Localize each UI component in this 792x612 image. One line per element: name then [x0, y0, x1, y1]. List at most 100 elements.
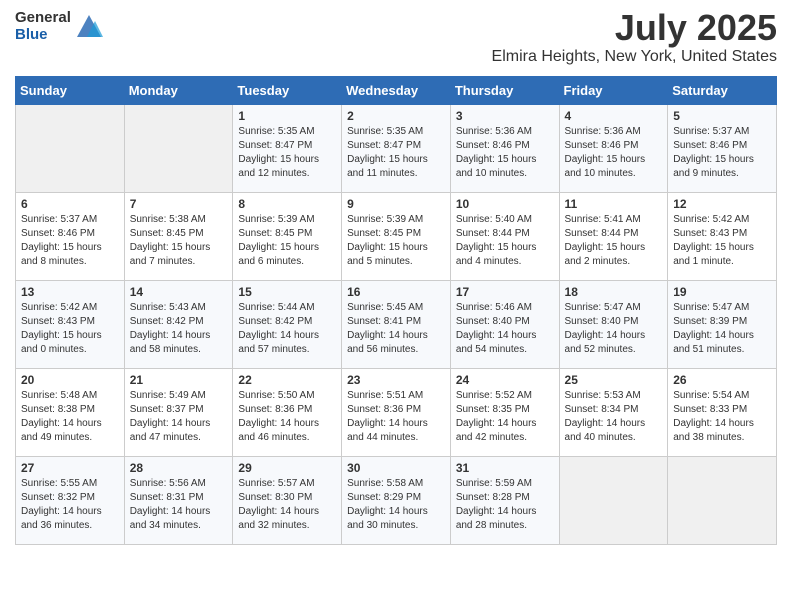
logo-general-text: General	[15, 10, 71, 27]
table-row: 20Sunrise: 5:48 AMSunset: 8:38 PMDayligh…	[16, 369, 125, 457]
table-row: 3Sunrise: 5:36 AMSunset: 8:46 PMDaylight…	[450, 105, 559, 193]
day-number: 25	[565, 373, 663, 387]
day-number: 19	[673, 285, 771, 299]
cell-details: Sunrise: 5:37 AMSunset: 8:46 PMDaylight:…	[21, 213, 119, 269]
day-number: 29	[238, 461, 336, 475]
table-row: 11 Sunrise: 5:41 AMSunset: 8:44 PMDayligh…	[559, 193, 668, 281]
cell-details: Sunrise: 5:35 AMSunset: 8:47 PMDaylight:…	[347, 125, 445, 181]
day-number: 7	[130, 197, 228, 211]
day-number: 1	[238, 109, 336, 123]
table-row: 28 Sunrise: 5:56 AMSunset: 8:31 PMDayligh…	[124, 457, 233, 545]
day-number: 11	[565, 197, 663, 211]
day-number: 30	[347, 461, 445, 475]
table-row: 24 Sunrise: 5:52 AMSunset: 8:35 PMDayligh…	[450, 369, 559, 457]
table-row: 16Sunrise: 5:45 AMSunset: 8:41 PMDayligh…	[342, 281, 451, 369]
logo-icon	[75, 13, 103, 41]
table-row: 19 Sunrise: 5:47 AMSunset: 8:39 PMDayligh…	[668, 281, 777, 369]
cell-details: Sunrise: 5:56 AMSunset: 8:31 PMDaylight:…	[130, 477, 228, 533]
cell-details: Sunrise: 5:57 AMSunset: 8:30 PMDaylight:…	[238, 477, 336, 533]
table-row: 8 Sunrise: 5:39 AMSunset: 8:45 PMDaylight…	[233, 193, 342, 281]
day-number: 9	[347, 197, 445, 211]
cell-details: Sunrise: 5:51 AMSunset: 8:36 PMDaylight:…	[347, 389, 445, 445]
cell-details: Sunrise: 5:37 AMSunset: 8:46 PMDaylight:…	[673, 125, 771, 181]
cell-details: Sunrise: 5:41 AMSunset: 8:44 PMDaylight:…	[565, 213, 663, 269]
header-saturday: Saturday	[668, 77, 777, 105]
header-tuesday: Tuesday	[233, 77, 342, 105]
cell-details: Sunrise: 5:42 AMSunset: 8:43 PMDaylight:…	[21, 301, 119, 357]
day-number: 21	[130, 373, 228, 387]
table-row: 1Sunrise: 5:35 AMSunset: 8:47 PMDaylight…	[233, 105, 342, 193]
day-number: 16	[347, 285, 445, 299]
day-number: 5	[673, 109, 771, 123]
table-row: 10Sunrise: 5:40 AMSunset: 8:44 PMDayligh…	[450, 193, 559, 281]
month-year-title: July 2025	[492, 10, 777, 46]
cell-details: Sunrise: 5:43 AMSunset: 8:42 PMDaylight:…	[130, 301, 228, 357]
cell-details: Sunrise: 5:39 AMSunset: 8:45 PMDaylight:…	[347, 213, 445, 269]
cell-details: Sunrise: 5:39 AMSunset: 8:45 PMDaylight:…	[238, 213, 336, 269]
cell-details: Sunrise: 5:55 AMSunset: 8:32 PMDaylight:…	[21, 477, 119, 533]
calendar-header: Sunday Monday Tuesday Wednesday Thursday…	[16, 77, 777, 105]
cell-details: Sunrise: 5:50 AMSunset: 8:36 PMDaylight:…	[238, 389, 336, 445]
day-number: 28	[130, 461, 228, 475]
day-number: 12	[673, 197, 771, 211]
cell-details: Sunrise: 5:40 AMSunset: 8:44 PMDaylight:…	[456, 213, 554, 269]
table-row: 30 Sunrise: 5:58 AMSunset: 8:29 PMDayligh…	[342, 457, 451, 545]
cell-details: Sunrise: 5:53 AMSunset: 8:34 PMDaylight:…	[565, 389, 663, 445]
table-row: 31Sunrise: 5:59 AMSunset: 8:28 PMDayligh…	[450, 457, 559, 545]
cell-details: Sunrise: 5:47 AMSunset: 8:40 PMDaylight:…	[565, 301, 663, 357]
day-number: 8	[238, 197, 336, 211]
logo: General Blue	[15, 10, 103, 43]
table-row: 22 Sunrise: 5:50 AMSunset: 8:36 PMDayligh…	[233, 369, 342, 457]
day-number: 18	[565, 285, 663, 299]
day-number: 23	[347, 373, 445, 387]
day-number: 2	[347, 109, 445, 123]
page-header: General Blue July 2025 Elmira Heights, N…	[15, 10, 777, 66]
title-section: July 2025 Elmira Heights, New York, Unit…	[492, 10, 777, 66]
cell-details: Sunrise: 5:52 AMSunset: 8:35 PMDaylight:…	[456, 389, 554, 445]
day-number: 13	[21, 285, 119, 299]
table-row: 18 Sunrise: 5:47 AMSunset: 8:40 PMDayligh…	[559, 281, 668, 369]
day-number: 15	[238, 285, 336, 299]
header-sunday: Sunday	[16, 77, 125, 105]
table-row: 25 Sunrise: 5:53 AMSunset: 8:34 PMDayligh…	[559, 369, 668, 457]
day-number: 27	[21, 461, 119, 475]
table-row: 17 Sunrise: 5:46 AMSunset: 8:40 PMDayligh…	[450, 281, 559, 369]
table-row: 4 Sunrise: 5:36 AMSunset: 8:46 PMDaylight…	[559, 105, 668, 193]
logo-blue-text: Blue	[15, 27, 71, 44]
table-row: 13 Sunrise: 5:42 AMSunset: 8:43 PMDayligh…	[16, 281, 125, 369]
cell-details: Sunrise: 5:38 AMSunset: 8:45 PMDaylight:…	[130, 213, 228, 269]
cell-details: Sunrise: 5:47 AMSunset: 8:39 PMDaylight:…	[673, 301, 771, 357]
day-number: 4	[565, 109, 663, 123]
table-row: 29 Sunrise: 5:57 AMSunset: 8:30 PMDayligh…	[233, 457, 342, 545]
cell-details: Sunrise: 5:42 AMSunset: 8:43 PMDaylight:…	[673, 213, 771, 269]
table-row: 15 Sunrise: 5:44 AMSunset: 8:42 PMDayligh…	[233, 281, 342, 369]
header-wednesday: Wednesday	[342, 77, 451, 105]
day-number: 22	[238, 373, 336, 387]
table-row: 2 Sunrise: 5:35 AMSunset: 8:47 PMDaylight…	[342, 105, 451, 193]
table-row	[559, 457, 668, 545]
cell-details: Sunrise: 5:46 AMSunset: 8:40 PMDaylight:…	[456, 301, 554, 357]
calendar-table: Sunday Monday Tuesday Wednesday Thursday…	[15, 76, 777, 545]
cell-details: Sunrise: 5:48 AMSunset: 8:38 PMDaylight:…	[21, 389, 119, 445]
cell-details: Sunrise: 5:58 AMSunset: 8:29 PMDaylight:…	[347, 477, 445, 533]
day-number: 17	[456, 285, 554, 299]
day-number: 14	[130, 285, 228, 299]
location-subtitle: Elmira Heights, New York, United States	[492, 48, 777, 66]
table-row: 21 Sunrise: 5:49 AMSunset: 8:37 PMDayligh…	[124, 369, 233, 457]
cell-details: Sunrise: 5:54 AMSunset: 8:33 PMDaylight:…	[673, 389, 771, 445]
day-number: 24	[456, 373, 554, 387]
day-number: 31	[456, 461, 554, 475]
header-thursday: Thursday	[450, 77, 559, 105]
table-row: 6 Sunrise: 5:37 AMSunset: 8:46 PMDaylight…	[16, 193, 125, 281]
day-number: 26	[673, 373, 771, 387]
cell-details: Sunrise: 5:36 AMSunset: 8:46 PMDaylight:…	[456, 125, 554, 181]
table-row: 7 Sunrise: 5:38 AMSunset: 8:45 PMDaylight…	[124, 193, 233, 281]
cell-details: Sunrise: 5:49 AMSunset: 8:37 PMDaylight:…	[130, 389, 228, 445]
header-friday: Friday	[559, 77, 668, 105]
table-row	[124, 105, 233, 193]
day-number: 6	[21, 197, 119, 211]
table-row: 27 Sunrise: 5:55 AMSunset: 8:32 PMDayligh…	[16, 457, 125, 545]
cell-details: Sunrise: 5:44 AMSunset: 8:42 PMDaylight:…	[238, 301, 336, 357]
table-row: 5 Sunrise: 5:37 AMSunset: 8:46 PMDaylight…	[668, 105, 777, 193]
cell-details: Sunrise: 5:36 AMSunset: 8:46 PMDaylight:…	[565, 125, 663, 181]
